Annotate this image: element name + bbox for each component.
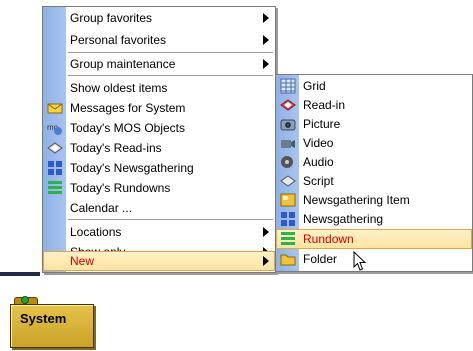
menu-item-label: Calendar ... xyxy=(70,201,133,215)
menu-item-label: Today's MOS Objects xyxy=(70,121,185,135)
speaker-icon xyxy=(280,154,296,170)
menu-item-newsgathering[interactable]: Today's Newsgathering xyxy=(43,158,275,178)
status-dot-icon xyxy=(21,296,29,304)
menu-item-messages[interactable]: Messages for System xyxy=(43,98,275,118)
submenu-item-folder[interactable]: Folder xyxy=(276,249,472,269)
submenu-item-label: Newsgathering xyxy=(303,212,384,226)
read-in-icon xyxy=(47,140,63,156)
system-folder-label: System xyxy=(20,311,67,326)
menu-item-label: Group maintenance xyxy=(70,57,176,71)
menu-item-read-ins[interactable]: Today's Read-ins xyxy=(43,138,275,158)
menu-item-label: Group favorites xyxy=(70,11,153,25)
menu-item-locations[interactable]: Locations xyxy=(43,222,275,242)
envelope-icon xyxy=(47,100,63,116)
menu-separator xyxy=(68,75,273,76)
submenu-item-label: Grid xyxy=(303,79,326,93)
video-camera-icon xyxy=(280,135,296,151)
submenu-item-newsgathering-item[interactable]: Newsgathering Item xyxy=(276,190,472,210)
submenu-item-label: Video xyxy=(303,136,334,150)
submenu-item-label: Newsgathering Item xyxy=(303,193,410,207)
submenu-arrow-icon xyxy=(263,59,269,69)
rundown-icon xyxy=(47,180,63,196)
submenu-item-label: Picture xyxy=(303,117,341,131)
menu-separator xyxy=(68,219,273,220)
menu-item-show-oldest[interactable]: Show oldest items xyxy=(43,78,275,98)
submenu-item-read-in[interactable]: Read-in xyxy=(276,95,472,115)
context-menu: Group favorites Personal favorites Group… xyxy=(42,6,276,273)
newsgathering-icon xyxy=(47,160,63,176)
menu-item-label: Today's Newsgathering xyxy=(70,161,194,175)
menu-item-calendar[interactable]: Calendar ... xyxy=(43,198,275,218)
submenu-item-script[interactable]: Script xyxy=(276,171,472,191)
newsgathering-item-icon xyxy=(280,192,296,208)
menu-item-group-maintenance[interactable]: Group maintenance xyxy=(43,54,275,74)
mos-objects-icon: mo xyxy=(47,120,63,136)
menu-item-label: Personal favorites xyxy=(70,33,167,47)
menu-item-label: Locations xyxy=(70,225,122,239)
submenu-item-label: Folder xyxy=(303,252,338,266)
menu-item-label: Today's Rundowns xyxy=(70,181,171,195)
menu-separator xyxy=(68,52,273,53)
menu-item-new[interactable]: New xyxy=(43,251,275,271)
menu-item-label: Show oldest items xyxy=(70,81,168,95)
mouse-pointer-icon xyxy=(353,251,367,271)
submenu-arrow-icon xyxy=(263,35,269,45)
submenu-item-picture[interactable]: Picture xyxy=(276,114,472,134)
new-submenu: Grid Read-in Picture Video Audio Script xyxy=(275,74,473,272)
menu-item-label: Messages for System xyxy=(70,101,186,115)
submenu-item-rundown[interactable]: Rundown xyxy=(276,229,472,249)
menu-item-mos-objects[interactable]: mo Today's MOS Objects xyxy=(43,118,275,138)
script-icon xyxy=(280,173,296,189)
camera-icon xyxy=(280,116,296,132)
folder-icon xyxy=(280,251,296,267)
submenu-item-audio[interactable]: Audio xyxy=(276,152,472,172)
rundown-icon xyxy=(280,231,296,247)
grid-icon xyxy=(280,78,296,94)
submenu-item-label: Audio xyxy=(303,155,334,169)
submenu-arrow-icon xyxy=(263,256,269,266)
menu-item-rundowns[interactable]: Today's Rundowns xyxy=(43,178,275,198)
submenu-arrow-icon xyxy=(263,227,269,237)
read-in-icon xyxy=(280,97,296,113)
submenu-item-label: Rundown xyxy=(303,232,354,246)
submenu-item-video[interactable]: Video xyxy=(276,133,472,153)
submenu-arrow-icon xyxy=(263,13,269,23)
submenu-item-newsgathering[interactable]: Newsgathering xyxy=(276,209,472,229)
menu-item-group-favorites[interactable]: Group favorites xyxy=(43,8,275,28)
submenu-item-label: Read-in xyxy=(303,98,346,112)
menu-item-label: New xyxy=(70,254,95,268)
system-folder[interactable]: System xyxy=(10,296,94,348)
menu-item-label: Today's Read-ins xyxy=(70,141,162,155)
submenu-item-label: Script xyxy=(303,174,334,188)
submenu-item-grid[interactable]: Grid xyxy=(276,76,472,96)
taskbar-edge xyxy=(0,272,40,276)
newsgathering-icon xyxy=(280,211,296,227)
menu-item-personal-favorites[interactable]: Personal favorites xyxy=(43,30,275,50)
